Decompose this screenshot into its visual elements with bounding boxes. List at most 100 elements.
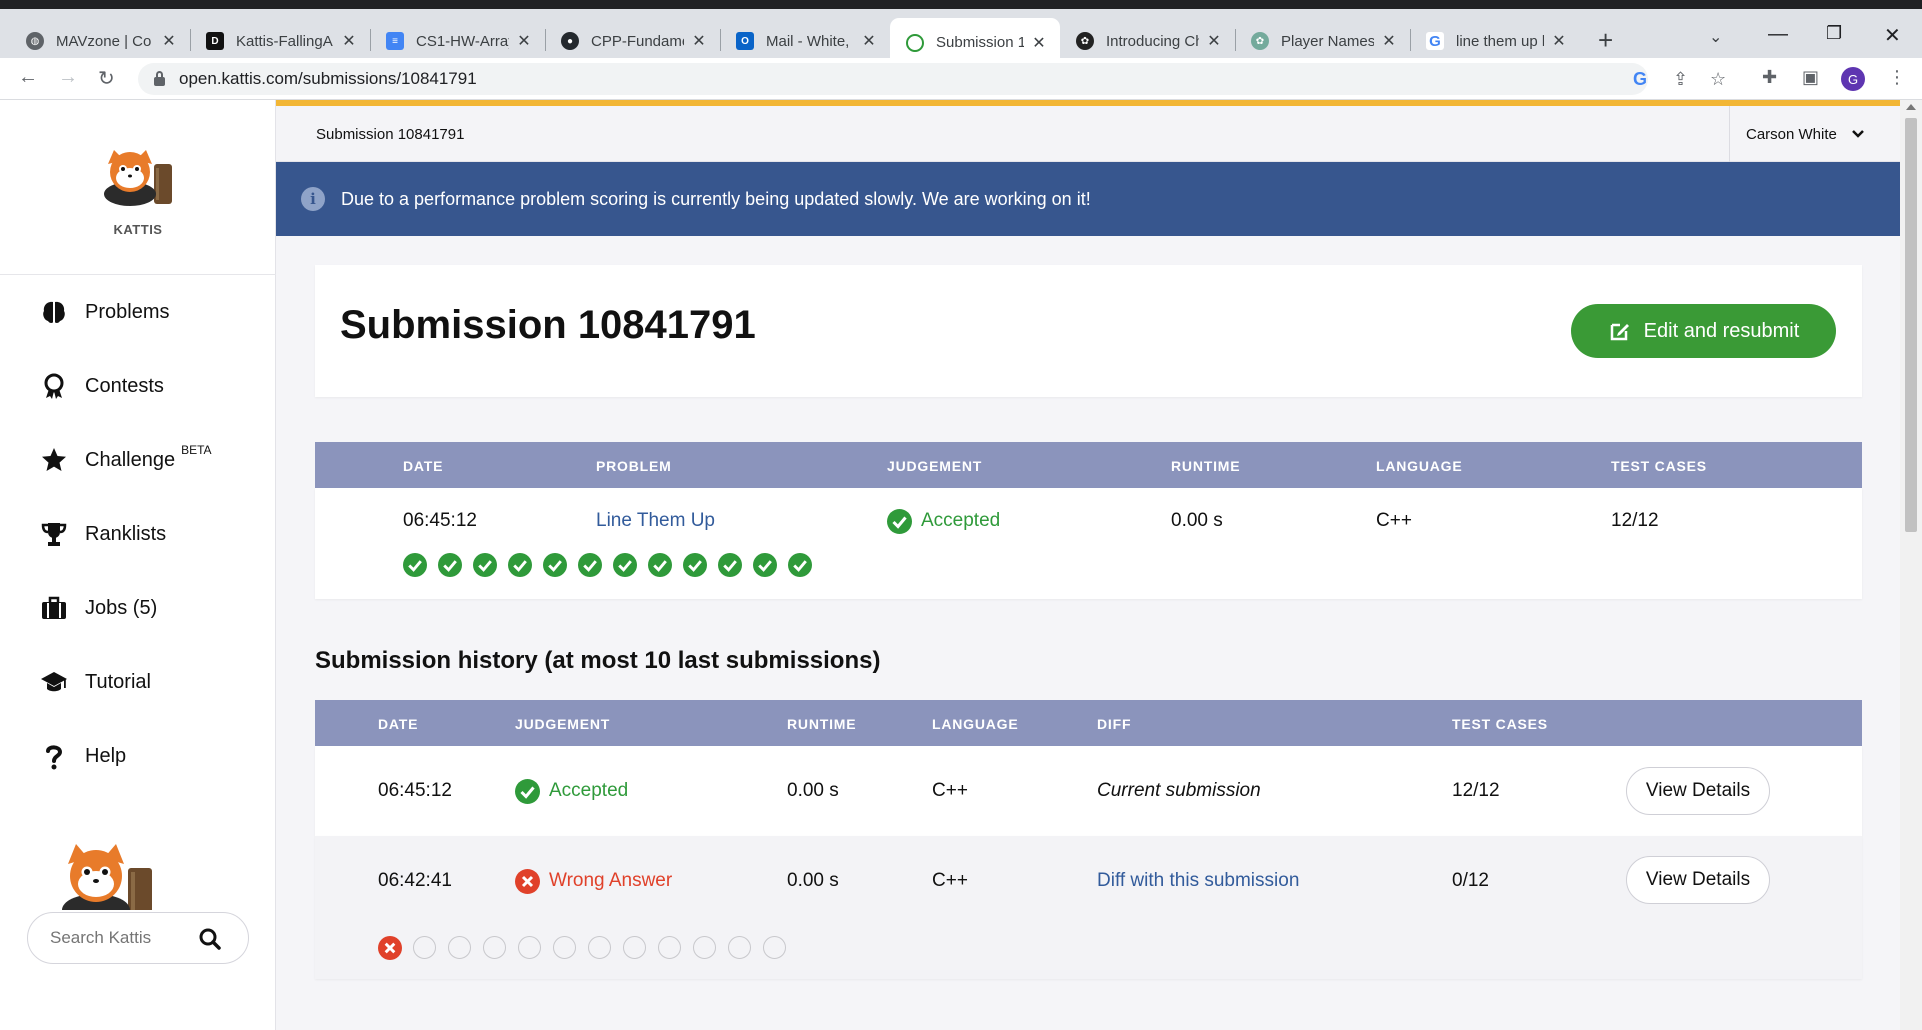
sidebar-item-ranklists[interactable]: Ranklists [40,514,166,554]
scroll-up-icon[interactable] [1906,104,1916,110]
forward-icon[interactable]: → [58,66,78,89]
view-details-button[interactable]: View Details [1626,767,1770,815]
menu-icon[interactable]: ⋮ [1888,67,1906,88]
browser-tab[interactable]: ✿ Introducing Ch ✕ [1060,21,1235,61]
table-row: 06:45:12 Accepted 0.00 s C++ Current sub… [315,746,1862,836]
test-case-pass-icon [788,553,812,577]
sidebar-item-tutorial[interactable]: Tutorial [40,662,151,702]
briefcase-icon [42,596,66,619]
close-icon[interactable]: ✕ [690,31,708,51]
reload-icon[interactable]: ↻ [98,66,115,91]
breadcrumb[interactable]: Submission 10841791 [316,126,464,143]
profile-avatar[interactable]: G [1841,67,1865,91]
test-case-pass-icon [508,553,532,577]
test-case-pass-icon [613,553,637,577]
url-field[interactable]: open.kattis.com/submissions/10841791 G ⇪… [138,63,1726,95]
close-icon[interactable]: ✕ [1205,31,1223,51]
lock-icon [154,70,165,86]
graduation-cap-icon [41,672,67,692]
judgement-wrong-answer: Wrong Answer [549,870,673,891]
kattis-icon [906,33,924,52]
close-icon[interactable]: ✕ [1550,31,1568,51]
test-case-pass-icon [648,553,672,577]
edit-icon [1610,323,1629,341]
page-scrollbar[interactable] [1900,100,1922,1030]
sidebar-item-contests[interactable]: Contests [40,366,164,406]
kattis-logo[interactable] [98,148,180,206]
browser-tab[interactable]: G line them up k ✕ [1410,21,1580,61]
test-case-pending-icon [728,936,751,959]
close-icon[interactable]: ✕ [515,31,533,51]
tab-search-icon[interactable]: ⌄ [1709,27,1722,47]
browser-tab[interactable]: ≡ CS1-HW-Array ✕ [370,21,545,61]
bookmark-star-icon[interactable]: ☆ [1710,69,1726,90]
test-case-pending-icon [763,936,786,959]
search-box[interactable] [27,912,249,964]
minimize-icon[interactable]: — [1768,23,1788,46]
problem-link[interactable]: Line Them Up [596,510,715,532]
sidebar-item-problems[interactable]: Problems [40,292,169,332]
page-title: Submission 10841791 [340,303,756,347]
close-icon[interactable]: ✕ [1030,33,1048,53]
question-icon [46,745,63,770]
column-header: DIFF [1097,716,1132,732]
close-icon[interactable]: ✕ [160,31,178,51]
browser-tab[interactable]: O Mail - White, C ✕ [720,21,890,61]
test-case-pending-icon [448,936,471,959]
history-title: Submission history (at most 10 last subm… [315,647,881,674]
sidebar-item-challenge[interactable]: Challenge BETA [40,440,212,480]
check-circle-icon [887,509,912,534]
test-case-pass-icon [543,553,567,577]
sidebar-item-help[interactable]: Help [40,736,126,776]
edit-and-resubmit-button[interactable]: Edit and resubmit [1571,304,1836,358]
user-menu[interactable]: Carson White [1729,106,1900,162]
sidebar-item-jobs[interactable]: Jobs (5) [40,588,157,628]
search-icon[interactable] [198,927,222,951]
top-bar: Submission 10841791 Carson White [276,106,1900,162]
chevron-down-icon [1851,130,1864,138]
banner-text: Due to a performance problem scoring is … [341,188,1091,209]
back-icon[interactable]: ← [18,66,38,89]
kattis-mascot [62,844,152,910]
column-header: DATE [378,716,419,732]
scroll-thumb[interactable] [1905,118,1917,532]
test-cases: 12/12 [1452,780,1500,801]
browser-tab[interactable]: D Kattis-FallingA ✕ [190,21,370,61]
new-tab-icon[interactable]: + [1598,25,1613,56]
browser-tab[interactable]: ✿ Player Names ✕ [1235,21,1410,61]
window-close-icon[interactable]: ✕ [1884,23,1901,48]
search-input[interactable] [50,928,190,948]
runtime: 0.00 s [787,780,839,801]
beta-badge: BETA [181,443,212,457]
browser-tab[interactable]: ● CPP-Fundame ✕ [545,21,720,61]
side-panel-icon[interactable]: ▣ [1802,67,1819,88]
google-icon: G [1426,32,1444,50]
close-icon[interactable]: ✕ [1380,31,1398,51]
chatgpt-icon: ✿ [1251,32,1269,50]
browser-tab-bar: ◍ MAVzone | Co ✕ D Kattis-FallingA ✕ ≡ C… [0,0,1922,67]
test-case-pending-icon [553,936,576,959]
extensions-icon[interactable]: ✚ [1762,67,1777,88]
test-case-pass-icon [403,553,427,577]
history-table-header: DATE JUDGEMENT RUNTIME LANGUAGE DIFF TES… [315,700,1862,746]
diff-link[interactable]: Diff with this submission [1097,870,1299,892]
close-icon[interactable]: ✕ [340,31,358,51]
check-circle-icon [515,779,540,804]
restore-icon[interactable]: ❐ [1826,23,1842,44]
column-header: LANGUAGE [1376,458,1463,474]
runtime: 0.00 s [787,870,839,891]
close-icon[interactable]: ✕ [860,31,878,51]
notice-banner: i Due to a performance problem scoring i… [276,162,1900,236]
column-header: RUNTIME [1171,458,1241,474]
test-case-pending-icon [413,936,436,959]
column-header: JUDGEMENT [515,716,611,732]
star-icon [42,448,66,471]
judgement-accepted: Accepted [921,510,1001,531]
browser-tab[interactable]: ◍ MAVzone | Co ✕ [10,21,190,61]
share-icon[interactable]: ⇪ [1673,69,1688,90]
google-lens-icon[interactable]: G [1633,69,1647,90]
view-details-button[interactable]: View Details [1626,856,1770,904]
submission-table-header: DATE PROBLEM JUDGEMENT RUNTIME LANGUAGE … [315,442,1862,488]
submission-table-row: 06:45:12 Line Them Up Accepted 0.00 s C+… [315,488,1862,599]
x-circle-icon [515,869,540,894]
